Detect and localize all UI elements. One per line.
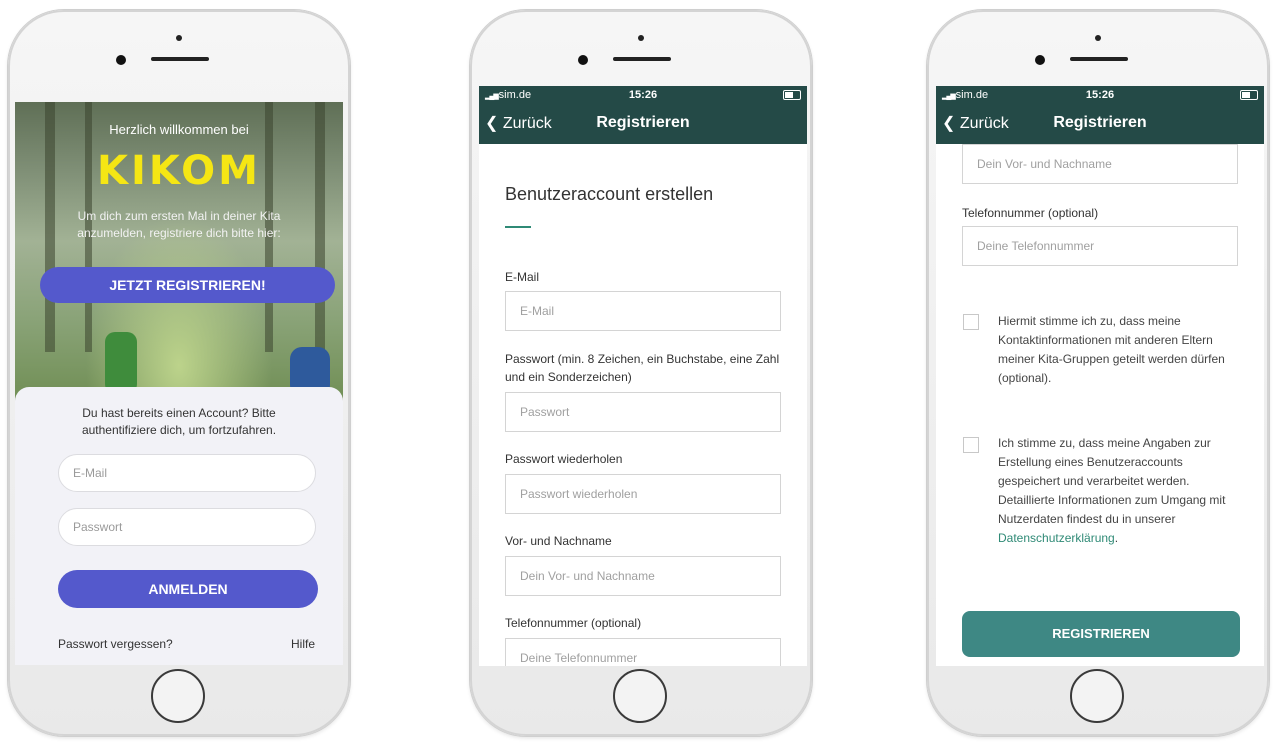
heading-accent-line — [505, 226, 531, 228]
password-input[interactable]: Passwort — [58, 508, 316, 546]
login-screen: Herzlich willkommen bei KIKOM Um dich zu… — [15, 102, 343, 665]
phone-label: Telefonnummer (optional) — [962, 206, 1099, 220]
phone-label: Telefonnummer (optional) — [505, 616, 642, 630]
phone-mockup-register-form: sim.de 15:26 ❮ Zurück Registrieren Benut… — [470, 10, 812, 736]
battery-icon — [1240, 90, 1258, 100]
contact-consent-text: Hiermit stimme ich zu, dass meine Kontak… — [998, 314, 1225, 385]
kikom-logo: KIKOM — [97, 148, 261, 194]
phone-input[interactable]: Deine Telefonnummer — [962, 226, 1238, 266]
sensor-dot — [638, 35, 644, 41]
name-input[interactable]: Dein Vor- und Nachname — [505, 556, 781, 596]
login-prompt-text: Du hast bereits einen Account? Bitte aut… — [81, 406, 277, 437]
data-consent-checkbox[interactable] — [963, 437, 979, 453]
hero-photo: Herzlich willkommen bei KIKOM Um dich zu… — [15, 102, 343, 412]
status-bar: sim.de 15:26 — [479, 86, 807, 104]
login-button[interactable]: ANMELDEN — [58, 570, 318, 608]
nav-bar: ❮ Zurück Registrieren — [936, 104, 1264, 144]
contact-consent-checkbox[interactable] — [963, 314, 979, 330]
home-button[interactable] — [613, 669, 667, 723]
nav-title: Registrieren — [596, 114, 690, 131]
register-submit-button[interactable]: REGISTRIEREN — [962, 611, 1240, 657]
email-input[interactable]: E-Mail — [58, 454, 316, 492]
intro-text: Um dich zum ersten Mal in deiner Kita an… — [77, 209, 281, 240]
front-camera — [116, 55, 126, 65]
sensor-dot — [176, 35, 182, 41]
phone-mockup-login: Herzlich willkommen bei KIKOM Um dich zu… — [8, 10, 350, 736]
name-input[interactable]: Dein Vor- und Nachname — [962, 144, 1238, 184]
earpiece-speaker — [151, 57, 209, 61]
forgot-password-link[interactable]: Passwort vergessen? — [58, 637, 173, 651]
tree-trunk — [315, 102, 325, 352]
name-label: Vor- und Nachname — [505, 534, 612, 548]
tree-trunk — [45, 102, 55, 352]
privacy-policy-link[interactable]: Datenschutzerklärung — [998, 531, 1115, 545]
password-repeat-label: Passwort wiederholen — [505, 452, 623, 466]
status-time: 15:26 — [1085, 89, 1115, 101]
privacy-suffix: . — [1114, 531, 1119, 545]
earpiece-speaker — [613, 57, 671, 61]
data-consent-text: Ich stimme zu, dass meine Angaben zur Er… — [998, 436, 1226, 526]
battery-icon — [783, 90, 801, 100]
help-link[interactable]: Hilfe — [291, 637, 315, 651]
password-input[interactable]: Passwort — [505, 392, 781, 432]
home-button[interactable] — [151, 669, 205, 723]
email-label: E-Mail — [505, 270, 540, 284]
child-figure — [105, 332, 137, 394]
status-time: 15:26 — [628, 89, 658, 101]
front-camera — [578, 55, 588, 65]
password-label: Passwort (min. 8 Zeichen, ein Buchstabe,… — [505, 352, 780, 384]
register-now-button[interactable]: JETZT REGISTRIEREN! — [40, 267, 335, 303]
front-camera — [1035, 55, 1045, 65]
data-consent-block: Ich stimme zu, dass meine Angaben zur Er… — [998, 434, 1234, 548]
phone-input[interactable]: Deine Telefonnummer — [505, 638, 781, 666]
nav-bar: ❮ Zurück Registrieren — [479, 104, 807, 144]
welcome-text: Herzlich willkommen bei — [109, 122, 249, 137]
sensor-dot — [1095, 35, 1101, 41]
earpiece-speaker — [1070, 57, 1128, 61]
email-input[interactable]: E-Mail — [505, 291, 781, 331]
password-repeat-input[interactable]: Passwort wiederholen — [505, 474, 781, 514]
nav-title: Registrieren — [1053, 114, 1147, 131]
register-screen: sim.de 15:26 ❮ Zurück Registrieren Benut… — [479, 86, 807, 666]
form-heading: Benutzeraccount erstellen — [505, 184, 714, 204]
phone-mockup-register-consent: sim.de 15:26 ❮ Zurück Registrieren Dein … — [927, 10, 1269, 736]
home-button[interactable] — [1070, 669, 1124, 723]
login-panel: Du hast bereits einen Account? Bitte aut… — [15, 387, 343, 665]
status-bar: sim.de 15:26 — [936, 86, 1264, 104]
register-consent-screen: sim.de 15:26 ❮ Zurück Registrieren Dein … — [936, 86, 1264, 666]
